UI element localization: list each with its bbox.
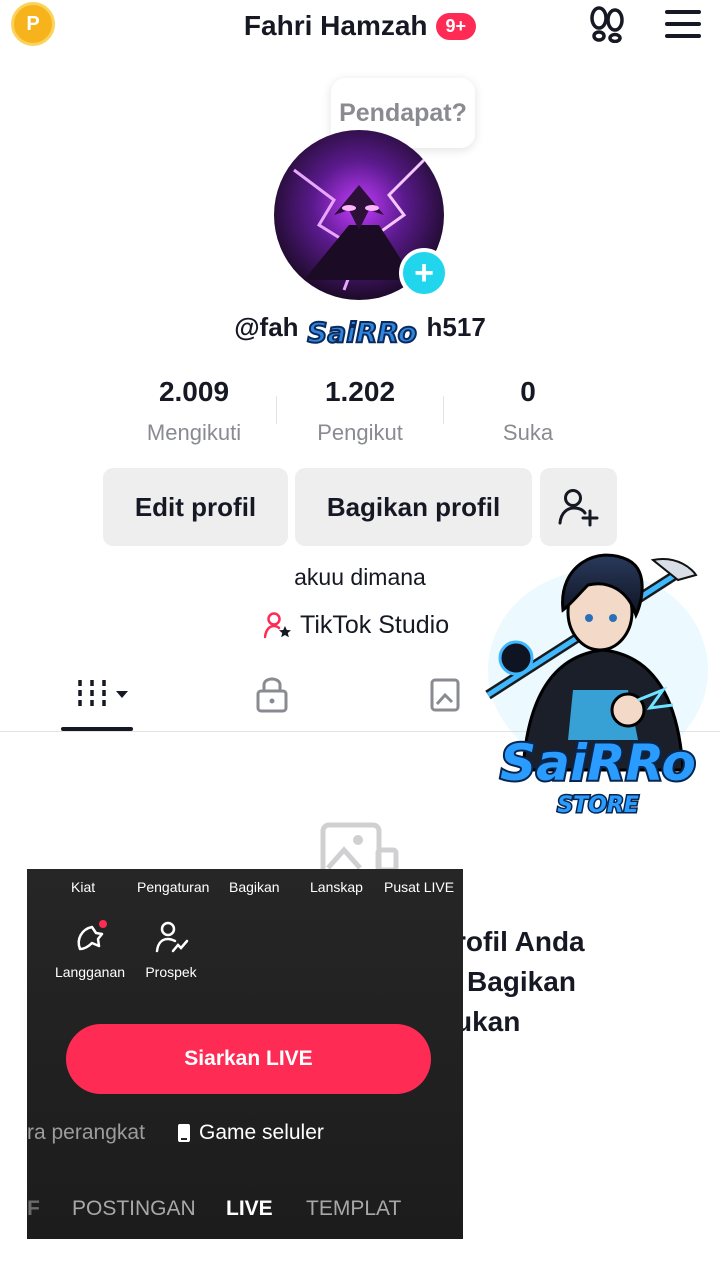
empty-state-message: rofil Anda Bagikan ukan — [455, 922, 715, 1042]
live-panel: Kiat Pengaturan Bagikan Lanskap Pusat LI… — [27, 869, 463, 1239]
watermark-mascot: SaiRRo STORE — [478, 540, 718, 840]
empty-line-2: Bagikan — [467, 966, 576, 997]
tool-prospek-label: Prospek — [145, 964, 197, 980]
page-title: Fahri Hamzah — [243, 10, 428, 41]
likes-count: 0 — [520, 376, 536, 407]
tooltip-text: Pendapat? — [339, 98, 467, 127]
tool-prospek[interactable]: Prospek — [140, 919, 202, 980]
following-count: 2.009 — [158, 376, 230, 407]
following-label: Mengikuti — [146, 420, 242, 445]
menu-icon[interactable] — [665, 10, 701, 38]
tab-partial[interactable]: F — [27, 1197, 40, 1221]
username-part-left: @fah — [234, 312, 299, 342]
tab-reposts[interactable] — [428, 674, 468, 719]
tool-langganan-label: Langganan — [54, 964, 126, 980]
tool-pusat-live[interactable]: Pusat LIVE — [384, 879, 454, 895]
tool-pengaturan-label: Pengaturan — [137, 879, 210, 895]
watermark-logo-small: SaiRRo — [300, 312, 425, 362]
footprints-icon[interactable] — [586, 5, 628, 44]
watermark-small-text: SaiRRo — [307, 316, 417, 349]
tab-postingan[interactable]: POSTINGAN — [72, 1197, 196, 1221]
stat-followers[interactable]: 1.202 Pengikut — [275, 376, 445, 446]
tool-lanskap[interactable]: Lanskap — [310, 879, 363, 895]
tab-templat[interactable]: TEMPLAT — [306, 1197, 401, 1221]
notification-badge: 9+ — [435, 12, 477, 40]
lock-icon — [256, 677, 288, 713]
tiktok-studio-link[interactable]: TikTok Studio — [264, 608, 449, 642]
add-avatar-button[interactable]: + — [399, 248, 449, 298]
tool-langganan[interactable]: Langganan — [53, 919, 127, 980]
stat-likes[interactable]: 0 Suka — [443, 376, 613, 446]
followers-count: 1.202 — [324, 376, 396, 407]
tool-pengaturan[interactable]: Pengaturan — [137, 879, 209, 895]
tool-bagikan[interactable]: Bagikan — [229, 879, 280, 895]
studio-person-star-icon — [264, 612, 291, 639]
mode-mobile-game[interactable]: Game seluler — [177, 1121, 324, 1145]
subscription-star-icon — [77, 920, 107, 951]
add-person-icon — [558, 489, 598, 527]
tool-pusat-live-label: Pusat LIVE — [384, 879, 455, 895]
phone-icon — [178, 1124, 190, 1142]
go-live-button[interactable]: Siarkan LIVE — [66, 1024, 431, 1094]
watermark-logo-text: SaiRRo — [500, 734, 696, 792]
tool-lanskap-label: Lanskap — [310, 879, 363, 895]
username-part-right: h517 — [426, 312, 486, 342]
mode-mobile-game-label: Game seluler — [199, 1121, 324, 1144]
tab-videos[interactable] — [76, 676, 132, 717]
prospect-person-icon — [155, 921, 189, 953]
grid-icon — [78, 680, 128, 708]
mode-device[interactable]: ra perangkat — [27, 1121, 145, 1145]
edit-profile-button[interactable]: Edit profil — [103, 468, 288, 546]
likes-label: Suka — [502, 420, 554, 445]
empty-line-1: rofil Anda — [455, 926, 585, 957]
studio-label: TikTok Studio — [300, 610, 450, 639]
tool-kiat[interactable]: Kiat — [71, 879, 95, 895]
share-profile-button[interactable]: Bagikan profil — [295, 468, 532, 546]
watermark-logo-subtext: STORE — [557, 793, 639, 818]
tool-bagikan-label: Bagikan — [229, 879, 280, 895]
tab-private[interactable] — [254, 674, 290, 719]
tool-kiat-label: Kiat — [71, 879, 96, 895]
tab-live[interactable]: LIVE — [226, 1197, 273, 1221]
repost-image-icon — [430, 678, 460, 712]
add-friend-button[interactable] — [540, 468, 617, 546]
followers-label: Pengikut — [317, 420, 403, 445]
empty-line-3: ukan — [455, 1006, 521, 1037]
stat-following[interactable]: 2.009 Mengikuti — [109, 376, 279, 446]
